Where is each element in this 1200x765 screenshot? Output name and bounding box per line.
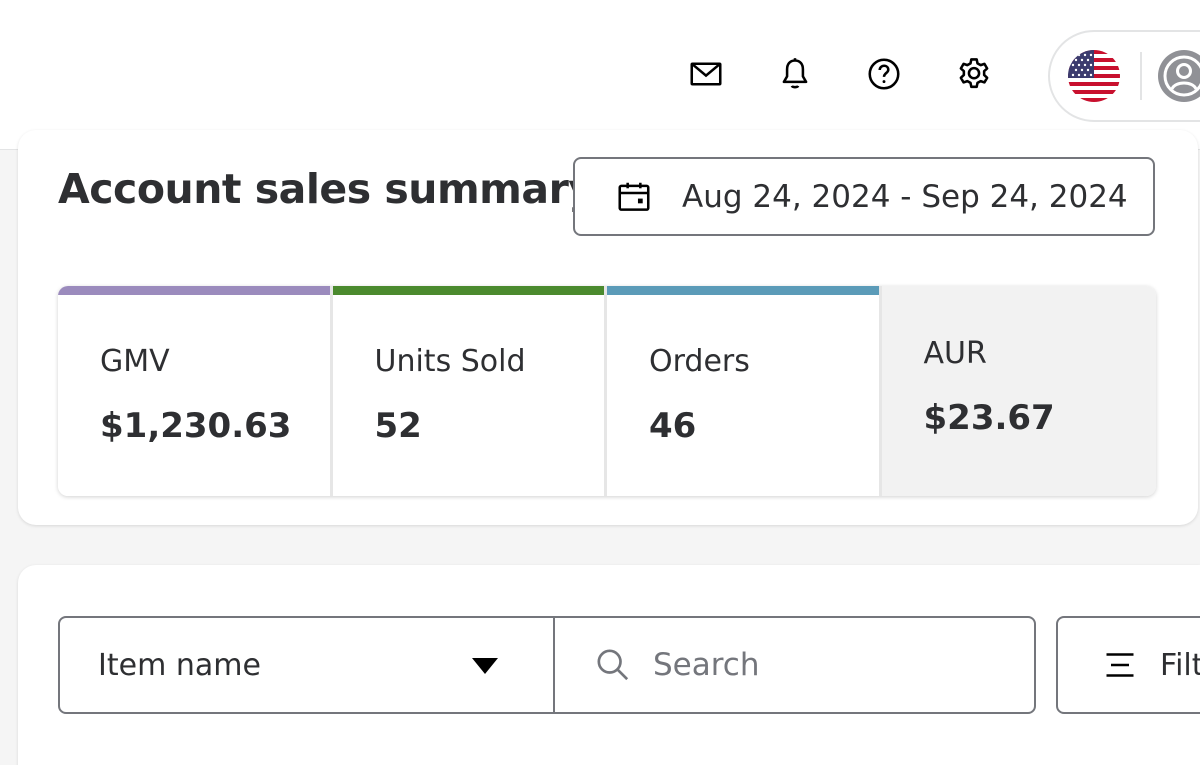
filters-button[interactable]: Filters <box>1056 616 1200 714</box>
search-field-select-value: Item name <box>98 648 261 683</box>
metric-label: Units Sold <box>374 344 526 379</box>
settings-icon[interactable] <box>952 52 996 96</box>
filter-lines-icon <box>1106 653 1134 677</box>
date-range-text: Aug 24, 2024 - Sep 24, 2024 <box>682 178 1128 215</box>
metric-tile-orders[interactable]: Orders 46 <box>607 286 882 496</box>
top-header <box>0 0 1200 150</box>
mail-icon[interactable] <box>684 52 728 96</box>
account-divider <box>1140 52 1142 100</box>
help-icon[interactable] <box>862 52 906 96</box>
metric-value: $23.67 <box>923 398 1055 438</box>
date-range-picker[interactable]: Aug 24, 2024 - Sep 24, 2024 <box>573 157 1155 236</box>
caret-down-icon <box>472 658 498 674</box>
calendar-icon <box>618 182 650 211</box>
search-box[interactable] <box>553 616 1036 714</box>
metric-label: GMV <box>100 344 170 379</box>
metric-color-bar <box>58 286 330 295</box>
us-flag-icon <box>1068 50 1120 102</box>
metric-tile-aur[interactable]: AUR $23.67 <box>881 286 1156 496</box>
filters-button-label: Filters <box>1160 647 1200 683</box>
metric-value: 46 <box>649 406 697 446</box>
metric-label: AUR <box>923 336 987 371</box>
search-icon <box>597 649 629 681</box>
metric-color-bar <box>607 286 879 295</box>
metric-value: $1,230.63 <box>100 406 292 446</box>
bell-icon[interactable] <box>773 52 817 96</box>
metric-tile-gmv[interactable]: GMV $1,230.63 <box>58 286 333 496</box>
metric-value: 52 <box>374 406 422 446</box>
search-field-select[interactable]: Item name <box>58 616 555 714</box>
metric-color-bar <box>332 286 604 295</box>
metrics-tiles: GMV $1,230.63 Units Sold 52 Orders 46 AU… <box>58 286 1156 496</box>
metric-tile-units-sold[interactable]: Units Sold 52 <box>332 286 607 496</box>
metric-label: Orders <box>649 344 750 379</box>
search-input[interactable] <box>653 647 1013 683</box>
page-title: Account sales summary <box>58 165 595 213</box>
